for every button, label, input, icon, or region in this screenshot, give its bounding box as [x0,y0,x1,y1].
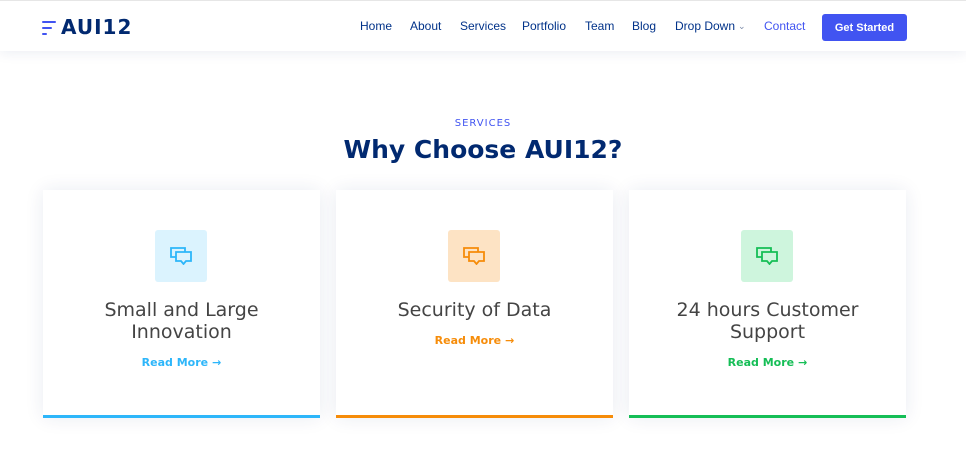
chat-bubbles-icon [155,230,207,282]
nav-dropdown[interactable]: Drop Down ⌄ [675,19,746,33]
get-started-button[interactable]: Get Started [822,14,907,41]
arrow-right-icon: → [798,356,808,369]
site-header: AUI12 Home About Services Portfolio Team… [0,0,966,51]
arrow-right-icon: → [505,334,515,347]
read-more-link[interactable]: Read More → [336,334,613,347]
nav-portfolio[interactable]: Portfolio [522,19,566,33]
chat-bubbles-icon [741,230,793,282]
read-more-label: Read More [141,356,209,369]
read-more-label: Read More [727,356,795,369]
card-title: 24 hours Customer Support [676,299,859,343]
read-more-label: Read More [434,334,502,347]
chevron-down-icon: ⌄ [738,21,746,31]
arrow-right-icon: → [212,356,222,369]
feature-card-security: Security of Data Read More → [336,190,613,418]
nav-dropdown-label: Drop Down [675,19,736,33]
nav-home[interactable]: Home [360,19,392,33]
nav-blog[interactable]: Blog [632,19,656,33]
nav-team[interactable]: Team [585,19,614,33]
chat-bubbles-icon [448,230,500,282]
card-title: Small and Large Innovation [104,299,259,343]
feature-card-innovation: Small and Large Innovation Read More → [43,190,320,418]
section-eyebrow: SERVICES [454,118,512,129]
feature-card-support: 24 hours Customer Support Read More → [629,190,906,418]
section-title: Why Choose AUI12? [343,135,623,164]
read-more-link[interactable]: Read More → [629,356,906,369]
nav-contact[interactable]: Contact [764,19,805,33]
read-more-link[interactable]: Read More → [43,356,320,369]
nav-about[interactable]: About [410,19,441,33]
nav-services[interactable]: Services [460,19,506,33]
card-title: Security of Data [397,299,552,321]
